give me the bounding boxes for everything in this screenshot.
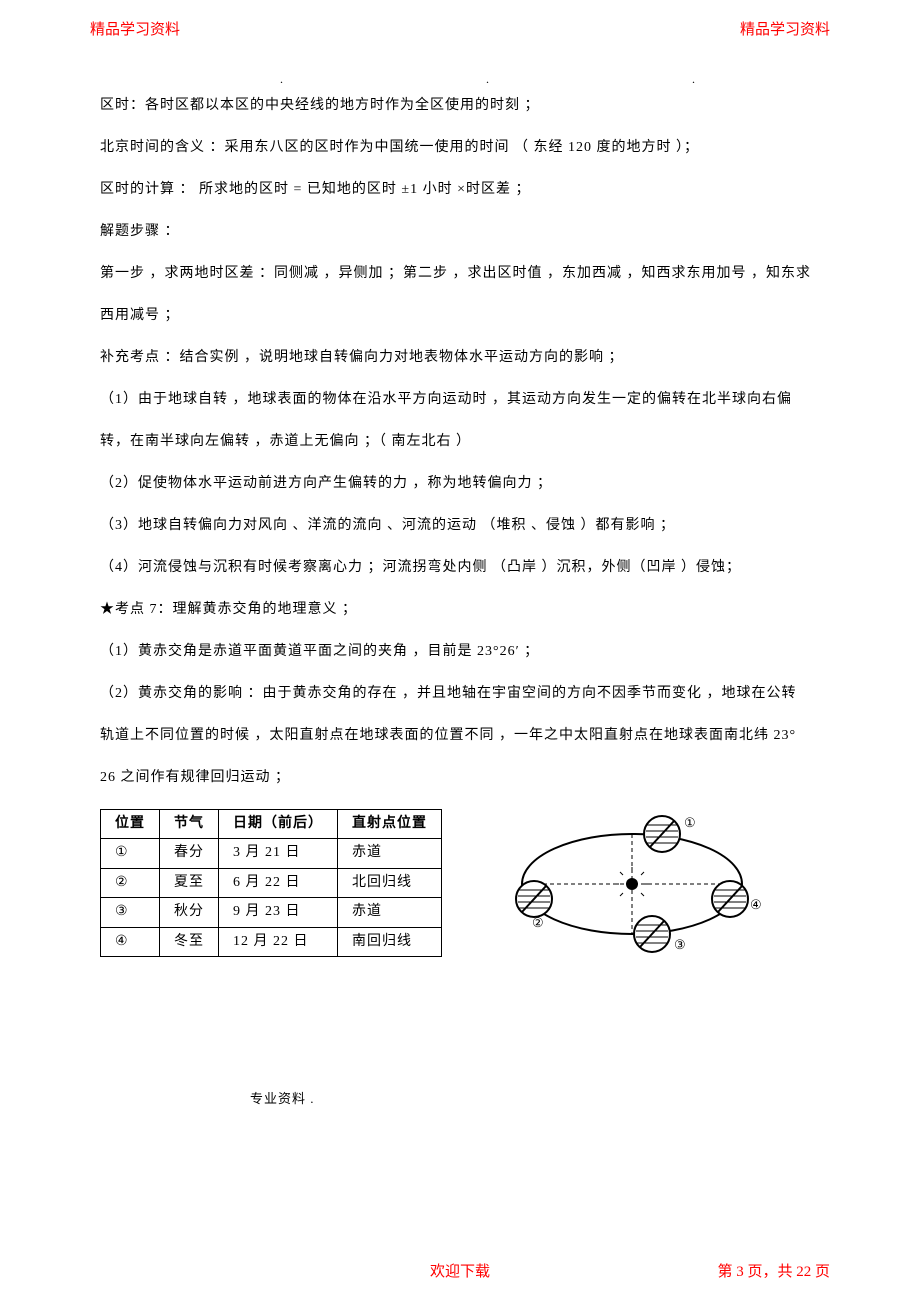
- paragraph-4: 解题步骤 ：: [100, 211, 825, 253]
- paragraph-13: ★考点 7：理解黄赤交角的地理意义 ；: [100, 589, 825, 631]
- orbit-label-bottom: ③: [674, 937, 687, 952]
- th-date: 日期（前后）: [219, 810, 338, 839]
- paragraph-17: 26 之间作有规律回归运动 ；: [100, 757, 825, 799]
- earth-bottom-icon: [634, 916, 670, 952]
- cell: 秋分: [160, 898, 219, 927]
- paragraph-2: 北京时间的含义 ：采用东八区的区时作为中国统一使用的时间 （ 东经 120 度的…: [100, 127, 825, 169]
- table-row: ③ 秋分 9 月 23 日 赤道: [101, 898, 442, 927]
- footer-total-pages: 22: [796, 1264, 811, 1280]
- paragraph-1: 区时：各时区都以本区的中央经线的地方时作为全区使用的时刻 ；: [100, 85, 825, 127]
- cell: 赤道: [338, 839, 442, 868]
- cell: ③: [101, 898, 160, 927]
- cell: 6 月 22 日: [219, 868, 338, 897]
- orbit-label-right: ④: [750, 897, 762, 912]
- earth-left-icon: [516, 881, 552, 917]
- top-separator-dots: . . .: [280, 72, 795, 87]
- footer-page-number: 第 3 页，共 22 页: [717, 1260, 830, 1281]
- cell: 北回归线: [338, 868, 442, 897]
- footer-prefix: 第: [717, 1264, 736, 1280]
- solar-terms-table: 位置 节气 日期（前后） 直射点位置 ① 春分 3 月 21 日 赤道 ② 夏至…: [100, 809, 442, 957]
- earth-top-icon: [644, 816, 680, 852]
- cell: 9 月 23 日: [219, 898, 338, 927]
- paragraph-10: （2）促使物体水平运动前进方向产生偏转的力 ，称为地转偏向力 ；: [100, 463, 825, 505]
- paragraph-7: 补充考点 ：结合实例 ，说明地球自转偏向力对地表物体水平运动方向的影响 ；: [100, 337, 825, 379]
- th-term: 节气: [160, 810, 219, 839]
- footer-download-text: 欢迎下载: [430, 1260, 490, 1281]
- paragraph-14: （1）黄赤交角是赤道平面黄道平面之间的夹角 ，目前是 23°26′ ；: [100, 631, 825, 673]
- header-left-watermark: 精品学习资料: [90, 18, 180, 39]
- paragraph-15: （2）黄赤交角的影响 ：由于黄赤交角的存在 ，并且地轴在宇宙空间的方向不因季节而…: [100, 673, 825, 715]
- paragraph-3: 区时的计算 ： 所求地的区时 = 已知地的区时 ±1 小时 ×时区差 ；: [100, 169, 825, 211]
- footer-current-page: 3: [736, 1264, 744, 1280]
- orbit-diagram-icon: ① ② ③ ④: [502, 809, 762, 959]
- th-position: 位置: [101, 810, 160, 839]
- cell: ①: [101, 839, 160, 868]
- footnote-text: 专业资料 .: [250, 1079, 825, 1118]
- cell: 南回归线: [338, 927, 442, 956]
- cell: 冬至: [160, 927, 219, 956]
- cell: 夏至: [160, 868, 219, 897]
- cell: 赤道: [338, 898, 442, 927]
- footer-mid: 页，共: [744, 1264, 797, 1280]
- table-figure-row: 位置 节气 日期（前后） 直射点位置 ① 春分 3 月 21 日 赤道 ② 夏至…: [100, 809, 825, 959]
- orbit-label-left: ②: [532, 915, 545, 930]
- orbit-label-top: ①: [684, 815, 697, 830]
- paragraph-11: （3）地球自转偏向力对风向 、洋流的流向 、河流的运动 （堆积 、侵蚀 ）都有影…: [100, 505, 825, 547]
- paragraph-5: 第一步 ，求两地时区差 ：同侧减 ，异侧加 ；第二步 ，求出区时值 ，东加西减 …: [100, 253, 825, 295]
- table-header-row: 位置 节气 日期（前后） 直射点位置: [101, 810, 442, 839]
- header-right-watermark: 精品学习资料: [740, 18, 830, 39]
- paragraph-8: （1）由于地球自转 ，地球表面的物体在沿水平方向运动时 ，其运动方向发生一定的偏…: [100, 379, 825, 421]
- paragraph-9: 转，在南半球向左偏转 ，赤道上无偏向 ；（ 南左北右 ）: [100, 421, 825, 463]
- cell: ②: [101, 868, 160, 897]
- paragraph-16: 轨道上不同位置的时候 ，太阳直射点在地球表面的位置不同 ，一年之中太阳直射点在地…: [100, 715, 825, 757]
- cell: 春分: [160, 839, 219, 868]
- cell: 12 月 22 日: [219, 927, 338, 956]
- table-row: ④ 冬至 12 月 22 日 南回归线: [101, 927, 442, 956]
- footer-suffix: 页: [811, 1264, 830, 1280]
- table-row: ② 夏至 6 月 22 日 北回归线: [101, 868, 442, 897]
- paragraph-12: （4）河流侵蚀与沉积有时候考察离心力 ；河流拐弯处内侧 （凸岸 ）沉积，外侧（凹…: [100, 547, 825, 589]
- table-row: ① 春分 3 月 21 日 赤道: [101, 839, 442, 868]
- th-subsolar: 直射点位置: [338, 810, 442, 839]
- cell: 3 月 21 日: [219, 839, 338, 868]
- document-body: 区时：各时区都以本区的中央经线的地方时作为全区使用的时刻 ； 北京时间的含义 ：…: [0, 0, 920, 1118]
- cell: ④: [101, 927, 160, 956]
- paragraph-6: 西用减号 ；: [100, 295, 825, 337]
- earth-right-icon: [712, 881, 748, 917]
